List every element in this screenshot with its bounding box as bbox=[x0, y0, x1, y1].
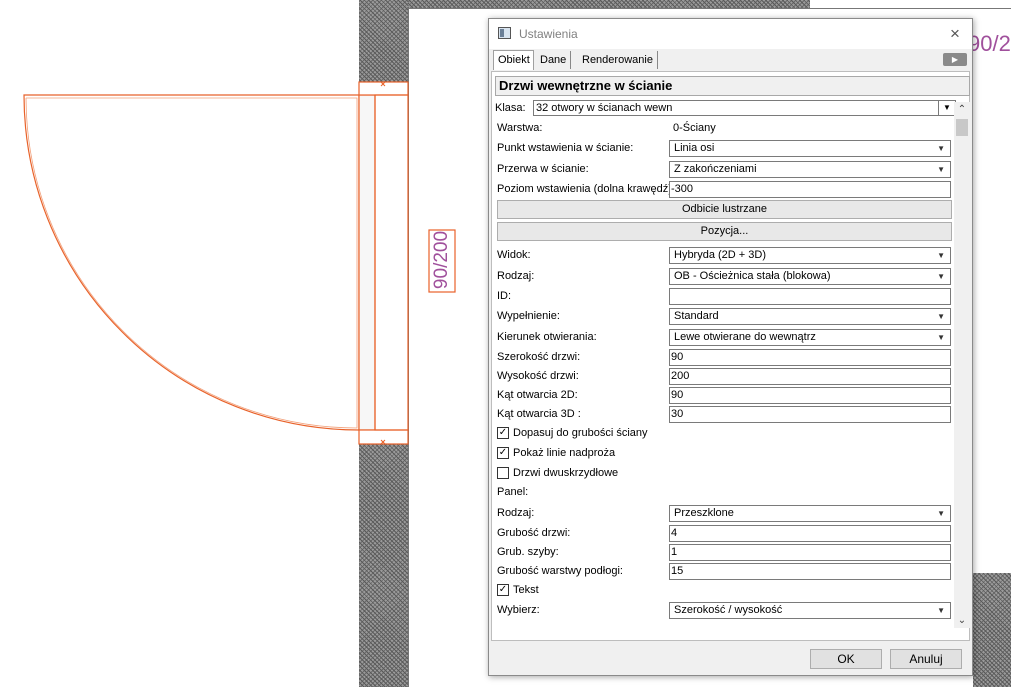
dopasuj-label: Dopasuj do grubości ściany bbox=[513, 427, 648, 439]
wybierz-select[interactable]: Szerokość / wysokość ▼ bbox=[669, 602, 951, 619]
settings-dialog: Ustawienia × Obiekt Dane Renderowanie ▶ … bbox=[488, 18, 973, 676]
przerwa-value: Z zakończeniami bbox=[674, 163, 757, 175]
tab-dane[interactable]: Dane bbox=[536, 51, 572, 69]
kat3d-label: Kąt otwarcia 3D : bbox=[497, 408, 581, 420]
rodzaj-label: Rodzaj: bbox=[497, 270, 535, 282]
tab-obiekt[interactable]: Obiekt bbox=[493, 50, 534, 70]
grubosc-podlogi-input[interactable]: 15 bbox=[669, 563, 951, 580]
id-label: ID: bbox=[497, 290, 512, 302]
dwuskrzydlowe-checkbox-row[interactable]: Drzwi dwuskrzydłowe bbox=[497, 464, 697, 483]
przerwa-select[interactable]: Z zakończeniami ▼ bbox=[669, 161, 951, 178]
tab-bar: Obiekt Dane Renderowanie ▶ bbox=[491, 50, 971, 71]
warstwa-value: 0-Ściany bbox=[673, 122, 716, 134]
door-size-label: 90/200 bbox=[431, 230, 452, 290]
dopasuj-checkbox[interactable]: ✓ bbox=[497, 427, 509, 439]
szerokosc-input[interactable]: 90 bbox=[669, 349, 951, 366]
rodzaj-select[interactable]: OB - Ościeżnica stała (blokowa) ▼ bbox=[669, 268, 951, 285]
kat2d-input[interactable]: 90 bbox=[669, 387, 951, 404]
przerwa-label: Przerwa w ścianie: bbox=[497, 163, 589, 175]
wybierz-value: Szerokość / wysokość bbox=[674, 604, 783, 616]
klasa-row: Klasa: 32 otwory w ścianach wewn ▼ bbox=[495, 99, 957, 117]
szerokosc-label: Szerokość drzwi: bbox=[497, 351, 581, 363]
chevron-down-icon: ▼ bbox=[937, 509, 945, 518]
chevron-down-icon: ▼ bbox=[937, 144, 945, 153]
wypelnienie-select[interactable]: Standard ▼ bbox=[669, 308, 951, 325]
position-button[interactable]: Pozycja... bbox=[497, 222, 952, 241]
warstwa-label: Warstwa: bbox=[497, 122, 543, 134]
wysokosc-input[interactable]: 200 bbox=[669, 368, 951, 385]
grubosc-drzwi-input[interactable]: 4 bbox=[669, 525, 951, 542]
poziom-label: Poziom wstawienia (dolna krawędź): bbox=[497, 183, 675, 195]
nadproze-checkbox[interactable]: ✓ bbox=[497, 447, 509, 459]
door-leaf bbox=[358, 94, 376, 431]
punkt-select[interactable]: Linia osi ▼ bbox=[669, 140, 951, 157]
klasa-dropdown-button[interactable]: ▼ bbox=[938, 101, 955, 115]
rodzaj-panel-select[interactable]: Przeszklone ▼ bbox=[669, 505, 951, 522]
dwuskrzydlowe-label: Drzwi dwuskrzydłowe bbox=[513, 467, 619, 479]
title-bar[interactable]: Ustawienia × bbox=[489, 19, 972, 49]
door-swing-arc bbox=[23, 94, 360, 431]
chevron-down-icon: ▼ bbox=[937, 312, 945, 321]
widok-label: Widok: bbox=[497, 249, 531, 261]
properties-panel: Drzwi wewnętrzne w ścianie Klasa: 32 otw… bbox=[491, 71, 970, 641]
kat3d-input[interactable]: 30 bbox=[669, 406, 951, 423]
punkt-label: Punkt wstawienia w ścianie: bbox=[497, 142, 634, 154]
widok-select[interactable]: Hybryda (2D + 3D) ▼ bbox=[669, 247, 951, 264]
rodzaj-value: OB - Ościeżnica stała (blokowa) bbox=[674, 270, 831, 282]
tekst-label: Tekst bbox=[513, 584, 539, 596]
poziom-input[interactable]: -300 bbox=[669, 181, 951, 198]
dopasuj-checkbox-row[interactable]: ✓ Dopasuj do grubości ściany bbox=[497, 424, 697, 443]
cancel-button[interactable]: Anuluj bbox=[890, 649, 962, 669]
rodzaj-panel-label: Rodzaj: bbox=[497, 507, 535, 519]
kierunek-value: Lewe otwierane do wewnątrz bbox=[674, 331, 816, 343]
nadproze-checkbox-row[interactable]: ✓ Pokaż linie nadproża bbox=[497, 444, 697, 463]
chevron-down-icon: ▼ bbox=[937, 606, 945, 615]
dwuskrzydlowe-checkbox[interactable] bbox=[497, 467, 509, 479]
nadproze-label: Pokaż linie nadproża bbox=[513, 447, 616, 459]
grub-szyby-input[interactable]: 1 bbox=[669, 544, 951, 561]
scroll-up-icon[interactable]: ⌃ bbox=[954, 102, 970, 117]
chevron-down-icon: ▼ bbox=[937, 165, 945, 174]
grubosc-drzwi-label: Grubość drzwi: bbox=[497, 527, 571, 539]
chevron-down-icon: ▼ bbox=[937, 251, 945, 260]
close-button[interactable]: × bbox=[944, 23, 966, 45]
scroll-down-icon[interactable]: ⌄ bbox=[954, 613, 970, 628]
klasa-value: 32 otwory w ścianach wewn bbox=[536, 102, 673, 114]
panel-label: Panel: bbox=[497, 486, 529, 498]
tab-scroll-right-icon[interactable]: ▶ bbox=[943, 53, 967, 66]
dialog-title: Ustawienia bbox=[519, 27, 578, 41]
kierunek-select[interactable]: Lewe otwierane do wewnątrz ▼ bbox=[669, 329, 951, 346]
tekst-checkbox-row[interactable]: ✓ Tekst bbox=[497, 581, 697, 600]
wypelnienie-value: Standard bbox=[674, 310, 719, 322]
chevron-down-icon: ▼ bbox=[937, 333, 945, 342]
object-type-header: Drzwi wewnętrzne w ścianie bbox=[495, 76, 970, 96]
ok-button[interactable]: OK bbox=[810, 649, 882, 669]
rodzaj-panel-value: Przeszklone bbox=[674, 507, 734, 519]
properties-scrollbar[interactable]: ⌃ ⌄ bbox=[954, 102, 970, 628]
mirror-button[interactable]: Odbicie lustrzane bbox=[497, 200, 952, 219]
tekst-checkbox[interactable]: ✓ bbox=[497, 584, 509, 596]
door-size-label-top-right: 90/20 bbox=[968, 31, 1011, 56]
tab-renderowanie[interactable]: Renderowanie bbox=[578, 51, 658, 69]
grub-szyby-label: Grub. szyby: bbox=[497, 546, 559, 558]
wypelnienie-label: Wypełnienie: bbox=[497, 310, 560, 322]
kierunek-label: Kierunek otwierania: bbox=[497, 331, 597, 343]
id-input[interactable] bbox=[669, 288, 951, 305]
klasa-select[interactable]: 32 otwory w ścianach wewn ▼ bbox=[533, 100, 956, 116]
scroll-thumb[interactable] bbox=[956, 119, 968, 136]
punkt-value: Linia osi bbox=[674, 142, 715, 154]
chevron-down-icon: ▼ bbox=[937, 272, 945, 281]
widok-value: Hybryda (2D + 3D) bbox=[674, 249, 767, 261]
wybierz-label: Wybierz: bbox=[497, 604, 540, 616]
window-icon bbox=[498, 27, 511, 39]
klasa-label: Klasa: bbox=[495, 102, 526, 114]
wysokosc-label: Wysokość drzwi: bbox=[497, 370, 579, 382]
kat2d-label: Kąt otwarcia 2D: bbox=[497, 389, 578, 401]
grubosc-podlogi-label: Grubość warstwy podłogi: bbox=[497, 565, 623, 577]
